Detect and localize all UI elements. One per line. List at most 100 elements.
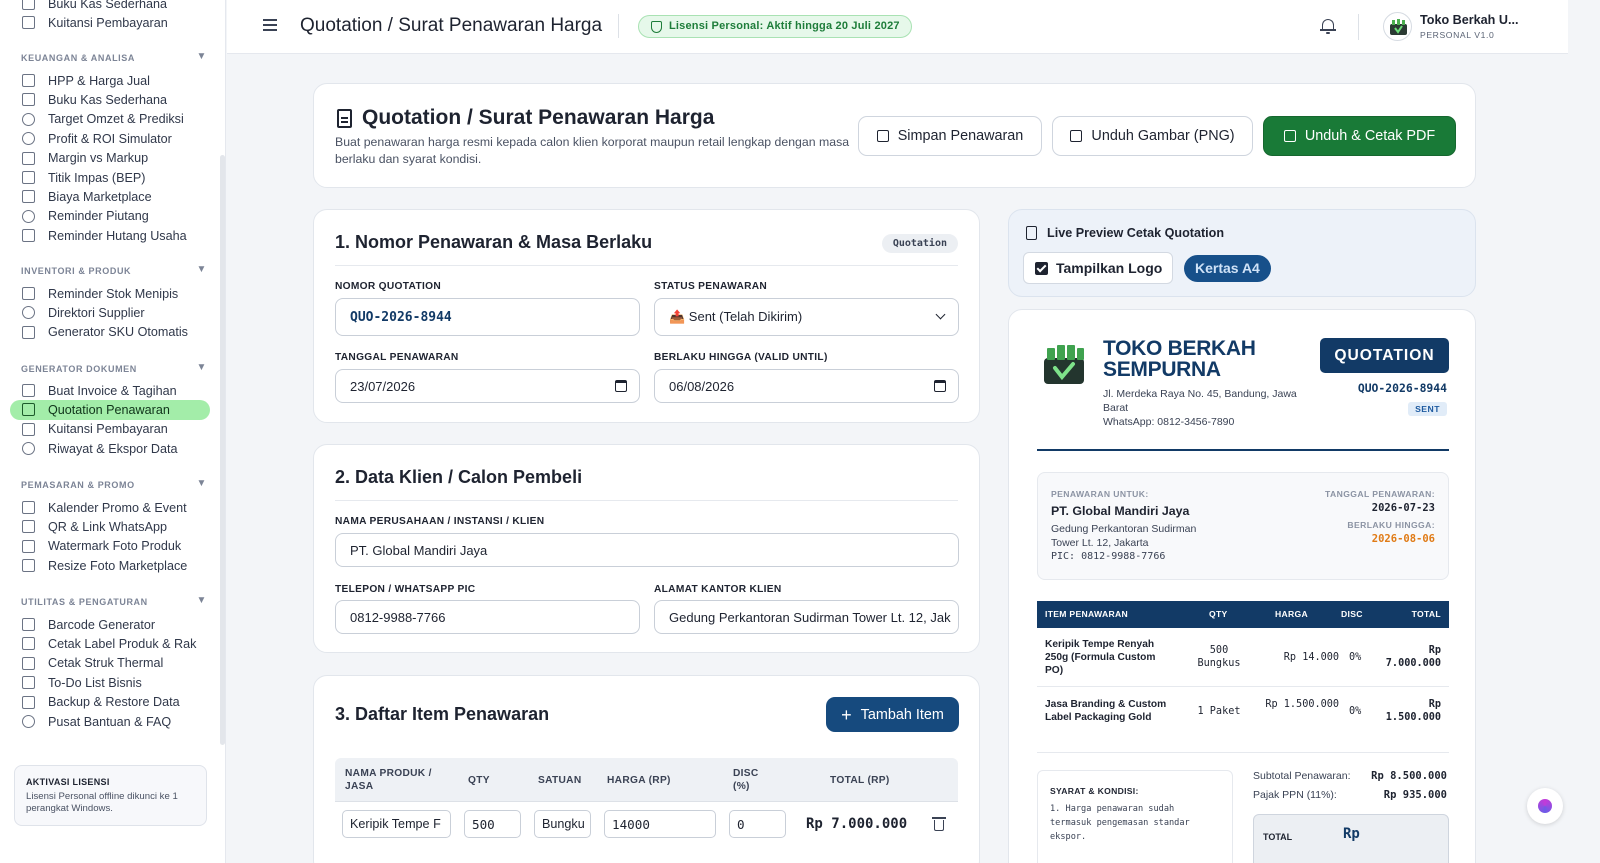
sidebar-item[interactable]: Riwayat & Ekspor Data	[20, 439, 210, 458]
total-label: TOTAL	[1263, 832, 1293, 842]
sidebar-item-active[interactable]: Quotation Penawaran	[10, 400, 210, 420]
subtotal-label: Subtotal Penawaran:	[1253, 770, 1351, 782]
sidebar-item[interactable]: QR & Link WhatsApp	[20, 517, 187, 536]
sidebar-item[interactable]: Reminder Stok Menipis	[20, 284, 188, 303]
col-name: NAMA PRODUK / JASA	[345, 768, 432, 792]
topbar: Quotation / Surat Penawaran Harga Lisens…	[227, 0, 1568, 54]
sidebar-group-pemasaran: Kalender Promo & Event QR & Link WhatsAp…	[20, 498, 187, 576]
sidebar-item[interactable]: Reminder Hutang Usaha	[20, 226, 187, 245]
printer-icon	[1283, 130, 1296, 142]
sidebar-item[interactable]: Titik Impas (BEP)	[20, 168, 187, 187]
item-price-input[interactable]: 14000	[604, 810, 716, 838]
document-icon	[1026, 226, 1037, 240]
sidebar-item[interactable]: Profit & ROI Simulator	[20, 129, 187, 148]
items-table-header: NAMA PRODUK / JASA QTY SATUAN HARGA (RP)…	[335, 758, 958, 802]
document-icon	[22, 403, 35, 417]
download-png-button[interactable]: Unduh Gambar (PNG)	[1052, 116, 1253, 156]
sidebar-item[interactable]: Cetak Label Produk & Rak	[20, 634, 196, 653]
sidebar-item[interactable]: Cetak Struk Thermal	[20, 654, 196, 673]
valid-until-input[interactable]: 06/08/2026	[654, 369, 959, 403]
barcode-icon	[22, 618, 35, 631]
sidebar-item[interactable]: Buat Invoice & Tagihan	[20, 381, 210, 400]
terms-title: SYARAT & KONDISI:	[1050, 786, 1139, 796]
calendar-icon	[934, 380, 946, 392]
calculator-icon	[22, 74, 35, 87]
preview-row: Jasa Branding & Custom Label Packaging G…	[1037, 687, 1449, 753]
preview-table-header: ITEM PENAWARAN QTY HARGA DISC TOTAL	[1037, 601, 1449, 628]
sidebar-group-utilitas: Barcode Generator Cetak Label Produk & R…	[20, 615, 196, 731]
sidebar-item[interactable]: To-Do List Bisnis	[20, 673, 196, 692]
shield-icon	[651, 21, 662, 33]
sidebar-item[interactable]: Buku Kas Sederhana	[20, 90, 187, 109]
sidebar-item[interactable]: Resize Foto Marketplace	[20, 556, 187, 575]
menu-icon[interactable]	[263, 19, 277, 31]
show-logo-checkbox[interactable]: Tampilkan Logo	[1023, 252, 1173, 284]
license-box[interactable]: AKTIVASI LISENSI Lisensi Personal offlin…	[14, 765, 207, 826]
status-select[interactable]: 📤 Sent (Telah Dikirim)	[654, 298, 959, 336]
sidebar-item[interactable]: Direktori Supplier	[20, 303, 188, 322]
client-name: PT. Global Mandiri Jaya	[1051, 504, 1190, 518]
tax-value: Rp 935.000	[1383, 789, 1447, 801]
license-desc: Lisensi Personal offline dikunci ke 1 pe…	[26, 791, 178, 814]
dollar-icon	[22, 132, 35, 146]
sidebar-scrollbar[interactable]	[220, 155, 225, 745]
sidebar-item[interactable]: Barcode Generator	[20, 615, 196, 634]
quotation-tag: Quotation	[881, 234, 958, 253]
item-qty-input[interactable]: 500	[464, 810, 521, 838]
sidebar-item[interactable]: Backup & Restore Data	[20, 693, 196, 712]
terms-line: 1. Harga penawaran sudah termasuk pengem…	[1050, 804, 1190, 842]
sidebar-item[interactable]: HPP & Harga Jual	[20, 71, 187, 90]
trash-icon[interactable]	[932, 817, 946, 831]
avatar[interactable]	[1383, 12, 1412, 41]
sidebar-section-title[interactable]: KEUANGAN & ANALISA ▼	[21, 51, 207, 63]
col-price: HARGA (RP)	[607, 775, 671, 786]
item-name-input[interactable]: Keripik Tempe F	[342, 810, 451, 838]
sidebar-section-title[interactable]: PEMASARAN & PROMO ▼	[21, 478, 207, 490]
quotation-date-input[interactable]: 23/07/2026	[335, 369, 640, 403]
sidebar-item[interactable]: Kalender Promo & Event	[20, 498, 187, 517]
sidebar-item[interactable]: Biaya Marketplace	[20, 187, 187, 206]
sidebar-item[interactable]: Margin vs Markup	[20, 149, 187, 168]
store-address: Jl. Merdeka Raya No. 45, Bandung, Jawa B…	[1103, 388, 1297, 428]
sidebar-group-dokumen: Buat Invoice & Tagihan Quotation Penawar…	[10, 381, 210, 459]
license-title: AKTIVASI LISENSI	[26, 777, 110, 787]
sidebar-group-keuangan: HPP & Harga Jual Buku Kas Sederhana Targ…	[20, 71, 187, 246]
sidebar-section-title[interactable]: UTILITAS & PENGATURAN ▼	[21, 595, 207, 607]
preview-quotation-number: QUO-2026-8944	[1357, 381, 1447, 395]
sidebar-item[interactable]: Buku Kas Sederhana	[20, 0, 168, 13]
sidebar-item[interactable]: Watermark Foto Produk	[20, 537, 187, 556]
total-value: Rp	[1343, 826, 1360, 842]
calendar-icon	[22, 501, 35, 514]
scale-icon	[22, 170, 35, 184]
sidebar-item[interactable]: Pusat Bantuan & FAQ	[20, 712, 196, 731]
bell-icon[interactable]	[1320, 17, 1336, 34]
quotation-number-input[interactable]: QUO-2026-8944	[335, 298, 640, 336]
store-name: TOKO BERKAH SEMPURNA	[1103, 337, 1256, 381]
sidebar-item[interactable]: Reminder Piutang	[20, 207, 187, 226]
address-input[interactable]: Gedung Perkantoran Sudirman Tower Lt. 12…	[654, 600, 959, 634]
save-quotation-button[interactable]: Simpan Penawaran	[858, 116, 1042, 156]
user-name[interactable]: Toko Berkah U...	[1420, 13, 1518, 27]
item-disc-input[interactable]: 0	[729, 810, 786, 838]
valid-until-label: BERLAKU HINGGA (VALID UNTIL)	[654, 352, 828, 363]
sidebar-item[interactable]: Generator SKU Otomatis	[20, 323, 188, 342]
item-unit-input[interactable]: Bungku	[534, 810, 591, 838]
sidebar-item[interactable]: Kuitansi Pembayaran	[20, 13, 168, 32]
divider	[618, 14, 619, 38]
download-pdf-button[interactable]: Unduh & Cetak PDF	[1263, 116, 1456, 156]
company-input[interactable]: PT. Global Mandiri Jaya	[335, 533, 959, 567]
image-icon	[1070, 130, 1083, 142]
section-items: 3. Daftar Item Penawaran + Tambah Item NA…	[313, 675, 980, 863]
percent-icon	[22, 190, 35, 204]
paper-size-toggle[interactable]: Kertas A4	[1184, 255, 1271, 282]
sidebar-item[interactable]: Kuitansi Pembayaran	[20, 420, 210, 439]
preview-row: Keripik Tempe Renyah 250g (Formula Custo…	[1037, 628, 1449, 687]
sidebar-section-title[interactable]: GENERATOR DOKUMEN ▼	[21, 362, 207, 374]
chevron-down-icon: ▼	[196, 362, 207, 373]
preview-title: Live Preview Cetak Quotation	[1047, 226, 1225, 240]
add-item-button[interactable]: + Tambah Item	[826, 697, 959, 732]
phone-input[interactable]: 0812-9988-7766	[335, 600, 640, 634]
sidebar-section-title[interactable]: INVENTORI & PRODUK ▼	[21, 264, 207, 276]
assistant-icon[interactable]	[1527, 788, 1563, 824]
sidebar-item[interactable]: Target Omzet & Prediksi	[20, 110, 187, 129]
